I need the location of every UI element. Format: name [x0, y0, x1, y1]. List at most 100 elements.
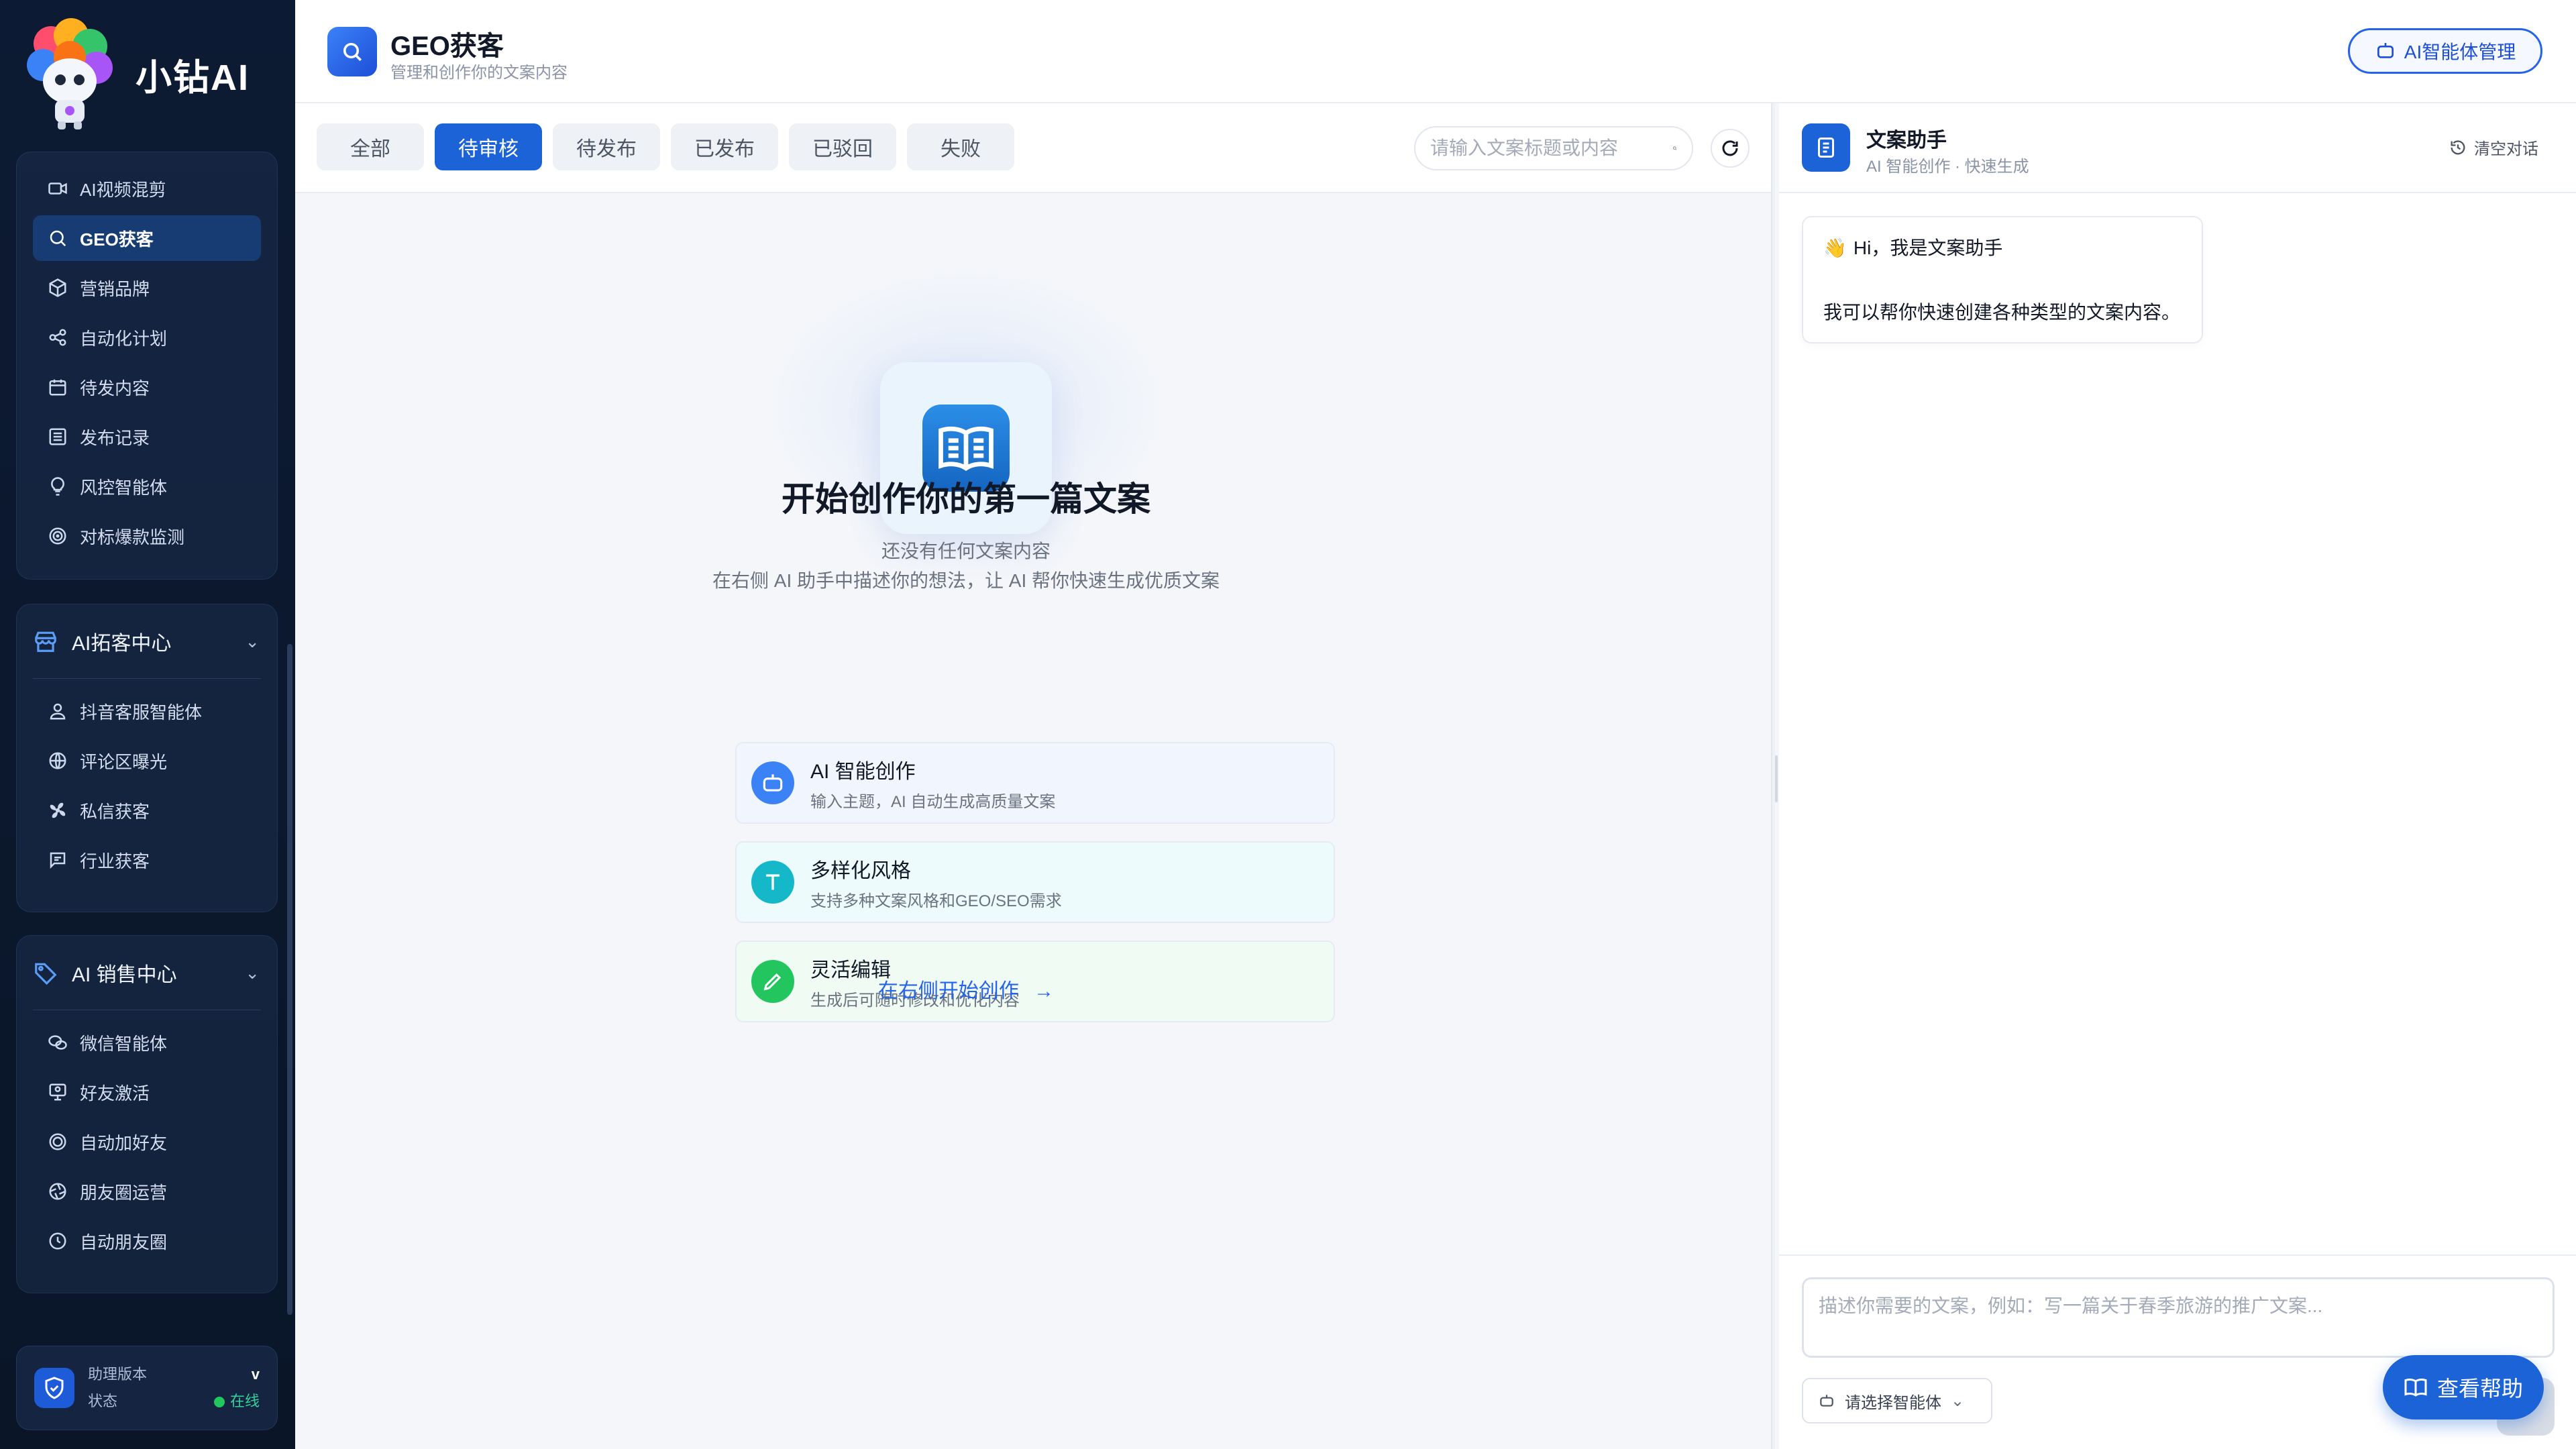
status-label: 状态 [88, 1393, 118, 1409]
user-headset-icon [50, 703, 66, 720]
sidebar-item-records[interactable]: 发布记录 [33, 414, 261, 460]
waving-hand-icon: 👋 [1823, 237, 1847, 258]
group-title: AI拓客中心 [72, 633, 172, 655]
sidebar-item-auto-add[interactable]: 自动加好友 [33, 1119, 261, 1165]
assistant-subtitle: AI 智能创作 · 快速生成 [1866, 158, 2029, 176]
sidebar-item-label: 朋友圈运营 [80, 1182, 168, 1203]
sidebar-item-label: 待发内容 [80, 378, 150, 398]
sidebar-item-comments[interactable]: 评论区曝光 [33, 738, 261, 784]
sidebar-item-label: 好友激活 [80, 1083, 150, 1104]
tab-failed[interactable]: 失败 [907, 123, 1014, 170]
sidebar-item-benchmark[interactable]: 对标爆款监测 [33, 513, 261, 559]
tab-to-publish[interactable]: 待发布 [553, 123, 660, 170]
start-creating-label: 在右侧开始创作 [877, 980, 1019, 1002]
agent-select-label: 请选择智能体 [1845, 1393, 1941, 1412]
sidebar-item-label: 风控智能体 [80, 477, 168, 498]
agent-management-button[interactable]: AI智能体管理 [2348, 28, 2542, 74]
agent-select[interactable]: 请选择智能体 ⌄ [1802, 1378, 1992, 1424]
sidebar-item-automation[interactable]: 自动化计划 [33, 315, 261, 360]
tab-all[interactable]: 全部 [317, 123, 424, 170]
assistant-status-card: 助理版本 状态 v 在线 [16, 1346, 278, 1430]
sidebar-item-wechat-agent[interactable]: 微信智能体 [33, 1020, 261, 1065]
clock-icon [49, 1232, 66, 1250]
chevron-down-icon: ⌄ [245, 962, 260, 983]
divider [33, 678, 261, 679]
message-input[interactable] [1819, 1291, 2538, 1344]
aperture-icon [49, 1183, 66, 1200]
feature-title: 多样化风格 [810, 859, 911, 882]
tab-rejected[interactable]: 已驳回 [789, 123, 896, 170]
chevron-down-icon: ⌄ [245, 631, 260, 651]
status-value: 在线 [229, 1393, 260, 1409]
nav-group-sales: AI 销售中心 ⌄ 微信智能体 好友激活 自动加好友 朋友圈运营 自动朋友圈 [16, 935, 278, 1293]
version-label: 助理版本 [88, 1366, 148, 1383]
group-header-sales[interactable]: AI 销售中心 ⌄ [17, 936, 277, 1010]
sidebar-item-industry[interactable]: 行业获客 [33, 837, 261, 883]
search-icon [327, 27, 377, 76]
empty-state: 开始创作你的第一篇文案 还没有任何文案内容 在右侧 AI 助手中描述你的想法，让… [295, 193, 1771, 1449]
start-creating-link[interactable]: 在右侧开始创作 → [295, 974, 1637, 1004]
search-box [1414, 126, 1693, 170]
sidebar-item-label: 行业获客 [80, 851, 150, 871]
sidebar-item-friend-activate[interactable]: 好友激活 [33, 1069, 261, 1115]
help-label: 查看帮助 [2436, 1377, 2523, 1401]
brand[interactable]: 小钻AI [24, 13, 250, 134]
history-icon [2451, 140, 2465, 154]
fan-icon [50, 802, 66, 818]
globe-icon [49, 752, 66, 769]
sidebar-item-auto-moments[interactable]: 自动朋友圈 [33, 1218, 261, 1264]
refresh-button[interactable] [1711, 129, 1750, 168]
search-input[interactable] [1430, 138, 1672, 159]
store-icon [35, 631, 56, 652]
greeting-line: 👋 Hi，我是文案助手 [1823, 233, 2182, 260]
sidebar-item-dm[interactable]: 私信获客 [33, 788, 261, 833]
sidebar-item-label: 自动化计划 [80, 328, 168, 349]
robot-icon [1820, 1395, 1833, 1407]
sidebar-item-label: 营销品牌 [80, 278, 150, 299]
brand-name: 小钻AI [136, 57, 250, 98]
clear-conversation-button[interactable]: 清空对话 [2449, 136, 2538, 159]
help-button[interactable]: 查看帮助 [2383, 1355, 2544, 1419]
sidebar-item-pending[interactable]: 待发内容 [33, 364, 261, 410]
wechat-icon [48, 1035, 67, 1050]
text-t-icon [751, 861, 794, 904]
tab-pending-review[interactable]: 待审核 [435, 123, 542, 170]
group-title: AI 销售中心 [72, 964, 177, 986]
clear-conversation-label: 清空对话 [2474, 140, 2538, 158]
page-subtitle: 管理和创作你的文案内容 [390, 64, 568, 82]
nav-group-main: AI视频混剪 GEO获客 营销品牌 自动化计划 待发内容 发布记录 风控智能体 [16, 152, 278, 580]
sidebar-scrollbar[interactable] [287, 644, 292, 1315]
target-icon [49, 527, 66, 545]
group-header-acquisition[interactable]: AI拓客中心 ⌄ [17, 604, 277, 678]
greeting-text: Hi，我是文案助手 [1853, 237, 2003, 258]
sidebar-item-label: GEO获客 [80, 229, 154, 250]
online-status: 在线 [213, 1388, 260, 1415]
sidebar-item-label: 私信获客 [80, 801, 150, 822]
sidebar-item-risk[interactable]: 风控智能体 [33, 464, 261, 509]
assistant-title: 文案助手 [1866, 129, 1947, 152]
feature-card-styles: 多样化风格 支持多种文案风格和GEO/SEO需求 [735, 841, 1335, 923]
agent-management-label: AI智能体管理 [2404, 42, 2516, 62]
sidebar-item-label: AI视频混剪 [80, 179, 166, 200]
sidebar-item-ai-video[interactable]: AI视频混剪 [33, 166, 261, 211]
sidebar-item-label: 自动朋友圈 [80, 1232, 168, 1252]
sidebar-item-brand[interactable]: 营销品牌 [33, 265, 261, 311]
resize-handle[interactable] [1775, 755, 1778, 802]
tab-published[interactable]: 已发布 [671, 123, 778, 170]
message-composer [1802, 1277, 2555, 1358]
circle-plus-icon [49, 1133, 66, 1150]
sidebar-item-moments[interactable]: 朋友圈运营 [33, 1169, 261, 1214]
monitor-user-icon [49, 1083, 66, 1101]
page-header: GEO获客 管理和创作你的文案内容 AI智能体管理 [295, 0, 2576, 103]
message-icon [50, 852, 66, 869]
sidebar-item-geo[interactable]: GEO获客 [33, 215, 261, 261]
sidebar-item-label: 发布记录 [80, 427, 150, 448]
online-dot-icon [213, 1397, 225, 1408]
search-icon[interactable] [1672, 138, 1677, 158]
feature-description: 输入主题，AI 自动生成高质量文案 [810, 792, 1056, 811]
feature-description: 支持多种文案风格和GEO/SEO需求 [810, 892, 1062, 910]
sidebar-item-douyin-agent[interactable]: 抖音客服智能体 [33, 688, 261, 734]
empty-description: 还没有任何文案内容 [881, 541, 1051, 561]
empty-hint: 在右侧 AI 助手中描述你的想法，让 AI 帮你快速生成优质文案 [712, 570, 1220, 591]
tag-icon [35, 963, 57, 985]
